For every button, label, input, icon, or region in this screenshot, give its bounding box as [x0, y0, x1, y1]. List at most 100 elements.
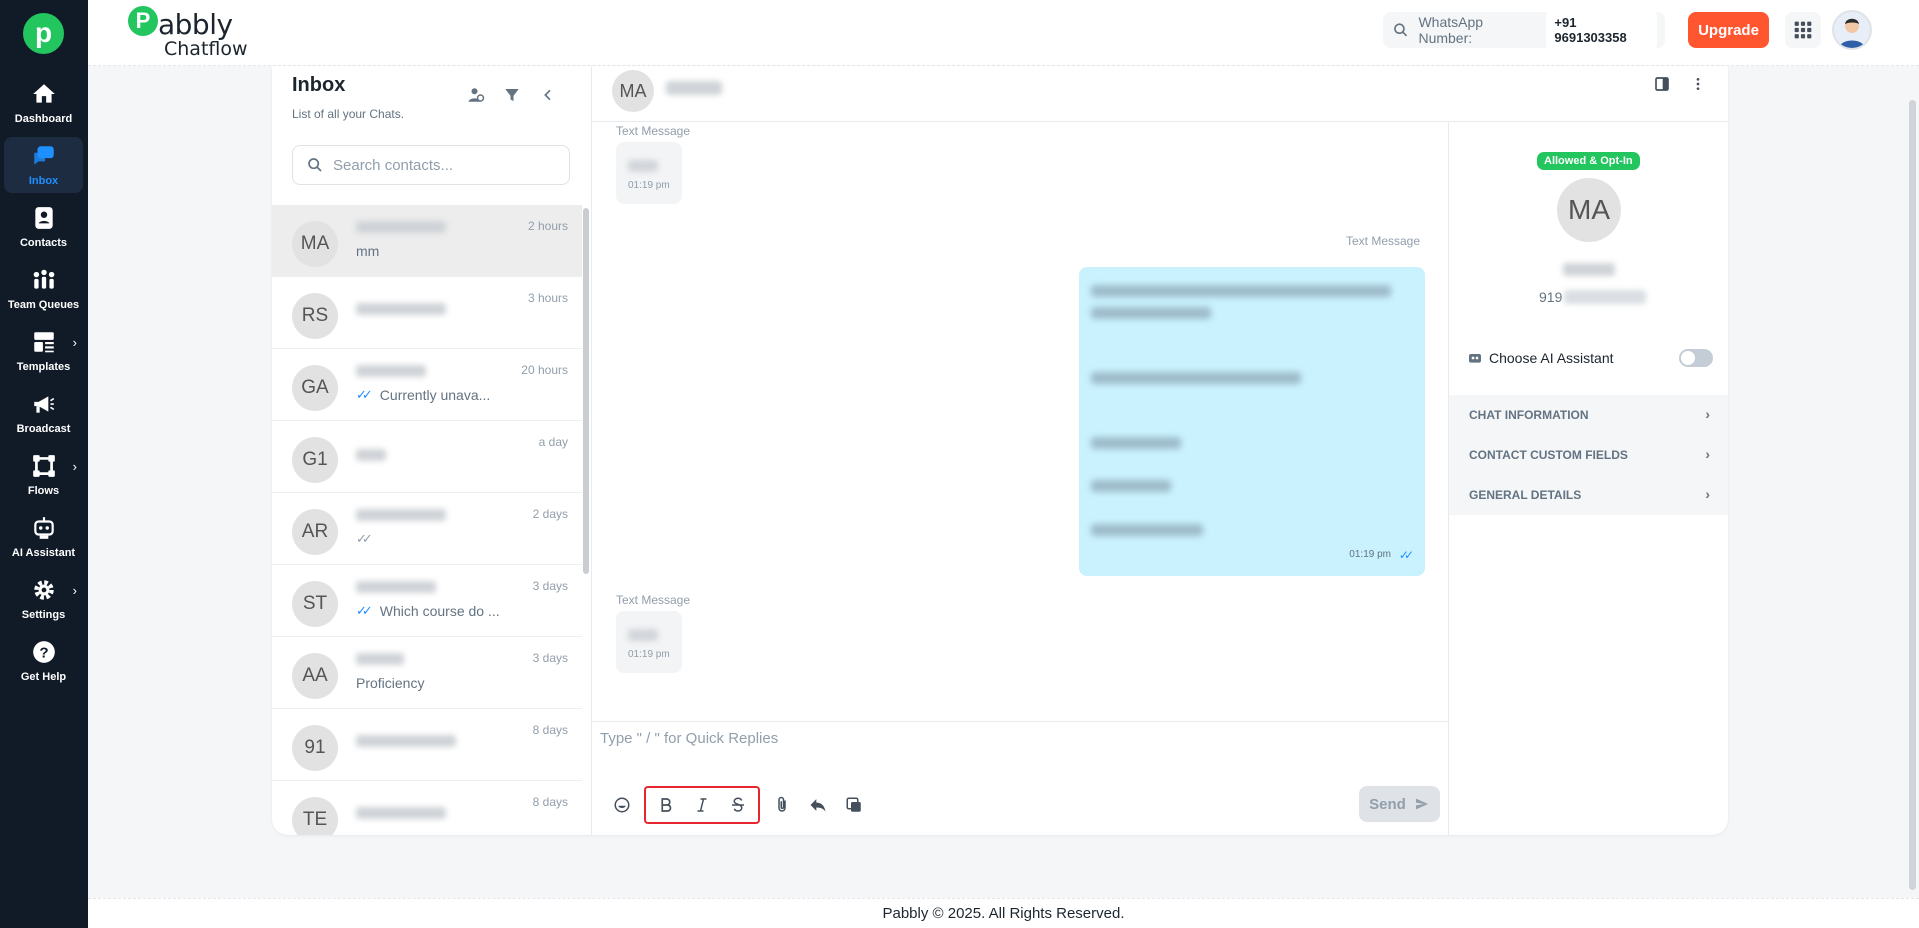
gear-icon: [33, 580, 54, 600]
message-time: 01:19 pm: [628, 649, 670, 660]
contact-avatar: G1: [292, 437, 338, 483]
emoji-icon[interactable]: [604, 787, 640, 823]
sidebar-item-contacts[interactable]: Contacts: [4, 199, 83, 255]
page-footer: Pabbly © 2025. All Rights Reserved.: [88, 898, 1919, 928]
toggle-panel-icon[interactable]: [1654, 76, 1670, 97]
reply-icon[interactable]: [800, 787, 836, 823]
chat-list-item[interactable]: MA 2 hours mm: [272, 205, 582, 277]
section-chat-information[interactable]: CHAT INFORMATION ›: [1449, 395, 1728, 435]
sidebar-item-settings[interactable]: Settings ›: [4, 571, 83, 627]
incoming-message[interactable]: 01:19 pm: [616, 611, 682, 673]
chat-list-scrollbar[interactable]: [583, 208, 589, 574]
chat-list-item[interactable]: AR 2 days ✓✓: [272, 493, 582, 565]
upgrade-button[interactable]: Upgrade: [1688, 12, 1769, 48]
ai-assistant-toggle[interactable]: [1679, 349, 1713, 367]
section-label: CHAT INFORMATION: [1469, 408, 1589, 422]
chat-preview-text: Currently unava...: [379, 387, 491, 403]
section-general-details[interactable]: GENERAL DETAILS ›: [1449, 475, 1728, 515]
chat-time: 20 hours: [521, 363, 568, 377]
contact-name-redacted: [356, 807, 446, 819]
chat-contact-name-redacted: [666, 81, 722, 95]
chat-list-item[interactable]: GA 20 hours ✓✓ Currently unava...: [272, 349, 582, 421]
search-contacts-input[interactable]: [333, 156, 553, 174]
double-check-icon: ✓✓: [356, 387, 373, 402]
contact-name-redacted: [356, 303, 446, 315]
contact-name-redacted: [356, 735, 456, 747]
template-layout-icon: [33, 332, 54, 353]
chat-time: 3 days: [532, 579, 568, 593]
sidebar-item-label: Inbox: [28, 175, 59, 187]
flows-icon: [32, 455, 55, 477]
italic-icon[interactable]: [684, 787, 720, 823]
outgoing-message[interactable]: 01:19 pm ✓✓: [1079, 267, 1425, 576]
contact-details-panel: Allowed & Opt-In MA 919 Choose AI Assist…: [1448, 122, 1728, 835]
brand-logo[interactable]: P abbly Chatflow: [128, 6, 258, 60]
sidebar-item-flows[interactable]: Flows ›: [4, 447, 83, 503]
chat-list-item[interactable]: TE 8 days: [272, 781, 582, 835]
chat-contact-avatar[interactable]: MA: [612, 70, 654, 112]
inbox-actions: [467, 86, 557, 104]
whatsapp-number: +91 9691303358: [1546, 10, 1657, 50]
ai-assistant-label: Choose AI Assistant: [1489, 350, 1614, 366]
section-label: GENERAL DETAILS: [1469, 488, 1582, 502]
chat-list-item[interactable]: ST 3 days ✓✓ Which course do ...: [272, 565, 582, 637]
contact-name-redacted: [1563, 263, 1615, 276]
bold-icon[interactable]: [648, 787, 684, 823]
team-icon: [33, 269, 54, 289]
chat-preview-text: Proficiency: [356, 675, 425, 691]
message-type-label: Text Message: [616, 124, 691, 138]
robot-icon: [33, 517, 54, 539]
brand-product: Chatflow: [164, 38, 248, 60]
send-button[interactable]: Send: [1359, 786, 1440, 822]
chat-list-item[interactable]: G1 a day: [272, 421, 582, 493]
message-text-redacted: [1091, 307, 1211, 319]
more-vertical-icon[interactable]: [1690, 76, 1706, 97]
message-text-redacted: [1091, 285, 1391, 297]
message-thread: Text Message 01:19 pm Text Message 01:19…: [592, 122, 1448, 724]
brand-logo-mark: P: [128, 6, 158, 36]
chat-time: 2 hours: [527, 219, 568, 233]
section-contact-custom-fields[interactable]: CONTACT CUSTOM FIELDS ›: [1449, 435, 1728, 475]
contact-name-redacted: [356, 581, 436, 593]
user-avatar[interactable]: [1832, 10, 1872, 50]
svg-text:?: ?: [39, 644, 48, 661]
sidebar-item-label: Get Help: [20, 671, 67, 683]
sidebar-item-inbox[interactable]: Inbox: [4, 137, 83, 193]
sidebar-item-ai-assistant[interactable]: AI Assistant: [4, 509, 83, 565]
sidebar-item-label: Contacts: [19, 237, 68, 249]
chat-list-item[interactable]: 91 8 days: [272, 709, 582, 781]
message-text-redacted: [1091, 524, 1203, 536]
chat-time: a day: [538, 435, 568, 449]
strikethrough-icon[interactable]: [720, 787, 756, 823]
sidebar-item-label: Broadcast: [16, 423, 71, 435]
chevron-right-icon: ›: [1705, 446, 1710, 462]
filter-icon[interactable]: [503, 86, 521, 104]
chat-list-item[interactable]: RS 3 hours: [272, 277, 582, 349]
sidebar-item-team-queues[interactable]: Team Queues: [4, 261, 83, 317]
chevron-right-icon: ›: [72, 583, 77, 598]
text-format-group: [644, 786, 760, 824]
sidebar-item-broadcast[interactable]: Broadcast: [4, 385, 83, 441]
apps-grid-button[interactable]: [1785, 12, 1821, 48]
contact-name-redacted: [356, 509, 446, 521]
chat-list-item[interactable]: AA 3 days Proficiency: [272, 637, 582, 709]
incoming-message[interactable]: 01:19 pm: [616, 142, 682, 204]
quick-reply-icon[interactable]: [836, 787, 872, 823]
attachment-icon[interactable]: [764, 787, 800, 823]
message-text-redacted: [628, 160, 658, 172]
contact-name-redacted: [356, 653, 404, 665]
assign-user-icon[interactable]: [467, 86, 485, 104]
page-scrollbar[interactable]: [1909, 100, 1916, 890]
contact-avatar: AA: [292, 653, 338, 699]
pabbly-logo[interactable]: p: [23, 13, 64, 54]
user-avatar-icon: [1839, 18, 1865, 48]
message-input[interactable]: [600, 730, 1420, 762]
whatsapp-number-selector[interactable]: WhatsApp Number: +91 9691303358: [1383, 10, 1665, 50]
contact-phone-prefix: 919: [1539, 289, 1563, 305]
sidebar-item-dashboard[interactable]: Dashboard: [4, 75, 83, 131]
sidebar-item-templates[interactable]: Templates ›: [4, 323, 83, 379]
contact-avatar: 91: [292, 725, 338, 771]
collapse-chevron-icon[interactable]: [539, 86, 557, 104]
sidebar-item-get-help[interactable]: ? Get Help: [4, 633, 83, 689]
inbox-subtitle: List of all your Chats.: [292, 107, 405, 121]
